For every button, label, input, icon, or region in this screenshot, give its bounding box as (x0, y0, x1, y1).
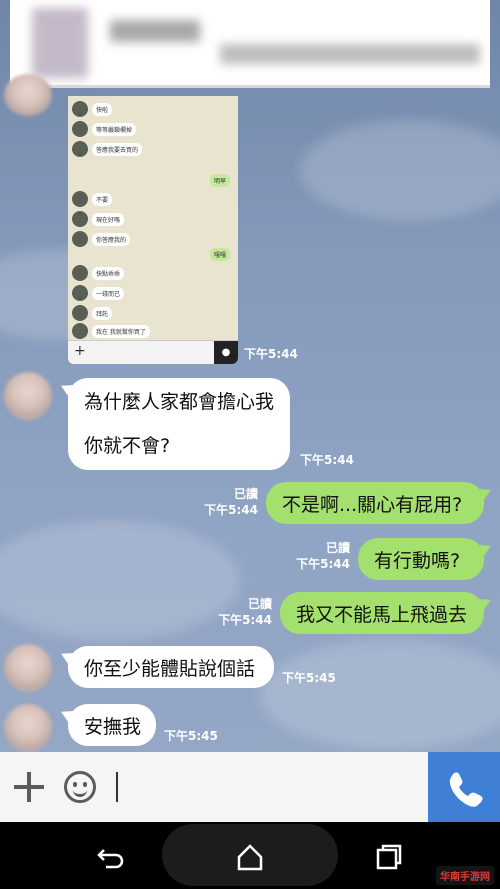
message-bubble-incoming[interactable]: 為什麼人家都會擔心我 你就不會? (68, 378, 290, 470)
notification-body (220, 44, 480, 64)
avatar[interactable] (4, 372, 52, 420)
avatar (72, 141, 88, 157)
message-bubble-outgoing[interactable]: 不是啊...關心有屁用? (266, 482, 484, 524)
avatar (72, 265, 88, 281)
avatar (72, 121, 88, 137)
avatar[interactable] (4, 74, 52, 116)
message-time: 下午5:44 (218, 613, 272, 627)
message-meta: 已讀 下午5:44 (296, 540, 350, 572)
plus-icon[interactable] (12, 770, 46, 804)
image-message: 你答應我的 (92, 232, 131, 246)
message-bubble-outgoing[interactable]: 有行動嗎? (358, 538, 484, 580)
message-time: 下午5:44 (296, 557, 350, 571)
message-text: 你至少能體貼說個話 (84, 657, 256, 680)
message-text: 為什麼人家都會擔心我 (84, 391, 275, 413)
background-cloud (300, 120, 500, 220)
message-text: 不是啊...關心有屁用? (282, 493, 463, 516)
image-message: 現在好嗎 (92, 212, 125, 226)
background-cloud (260, 640, 500, 750)
image-message: 等等嚴鎖欄掉 (92, 122, 137, 136)
image-message: 明早 (209, 174, 230, 187)
system-nav-bar: 华南手游网 (0, 822, 500, 889)
read-receipt: 已讀 (325, 541, 350, 555)
watermark: 华南手游网 (436, 866, 494, 885)
plus-icon: + (74, 343, 86, 359)
back-icon[interactable] (96, 842, 126, 872)
message-time: 下午5:45 (164, 729, 218, 743)
image-input-bar: + ● (68, 340, 238, 364)
phone-icon (449, 772, 483, 807)
message-input[interactable] (112, 762, 422, 812)
message-text: 我又不能馬上飛過去 (296, 603, 468, 626)
avatar (72, 231, 88, 247)
image-message: 快點乖乖 (92, 266, 125, 280)
image-message: 答應我要去買的 (92, 142, 143, 156)
message-text: 你就不會? (84, 435, 171, 457)
image-message: 不要 (92, 192, 113, 206)
background-cloud (0, 520, 240, 640)
message-text: 有行動嗎? (374, 549, 461, 572)
message-bubble-incoming[interactable]: 你至少能體貼說個話 (68, 646, 274, 688)
recents-icon[interactable] (374, 842, 404, 872)
message-input-bar (0, 752, 500, 822)
message-bubble-incoming[interactable]: 安撫我 (68, 704, 156, 746)
notification-title (110, 20, 200, 42)
notification-banner[interactable] (10, 0, 490, 88)
image-message: 嘎嘎 (209, 248, 230, 261)
avatar (72, 211, 88, 227)
avatar (72, 191, 88, 207)
message-time: 下午5:44 (300, 453, 354, 467)
emoji-icon[interactable] (64, 771, 96, 803)
message-meta: 已讀 下午5:44 (204, 486, 258, 518)
mic-icon: ● (214, 341, 238, 364)
image-message: 快啦 (92, 102, 113, 116)
avatar (72, 101, 88, 117)
message-time: 下午5:44 (204, 503, 258, 517)
shared-image[interactable]: 快啦 等等嚴鎖欄掉 答應我要去買的 明早 不要 現在好嗎 你答應我的 嘎嘎 快點… (68, 96, 238, 364)
message-meta: 已讀 下午5:44 (218, 596, 272, 628)
message-bubble-outgoing[interactable]: 我又不能馬上飛過去 (280, 592, 484, 634)
message-time: 下午5:45 (282, 671, 336, 685)
image-message: 我在 我就幫你買了 (92, 324, 150, 338)
chat-screen: 快啦 等等嚴鎖欄掉 答應我要去買的 明早 不要 現在好嗎 你答應我的 嘎嘎 快點… (0, 0, 500, 822)
notification-avatar (32, 8, 88, 78)
avatar (72, 285, 88, 301)
avatar (72, 305, 88, 321)
avatar[interactable] (4, 644, 52, 692)
message-time: 下午5:44 (244, 347, 298, 361)
read-receipt: 已讀 (233, 487, 258, 501)
read-receipt: 已讀 (247, 597, 272, 611)
avatar (72, 323, 88, 339)
call-button[interactable] (428, 752, 500, 822)
home-icon[interactable] (235, 842, 265, 872)
image-message: 一錢而已 (92, 286, 125, 300)
text-caret (116, 772, 118, 802)
avatar[interactable] (4, 704, 52, 752)
image-message: 拜託 (92, 306, 113, 320)
message-text: 安撫我 (84, 715, 142, 738)
